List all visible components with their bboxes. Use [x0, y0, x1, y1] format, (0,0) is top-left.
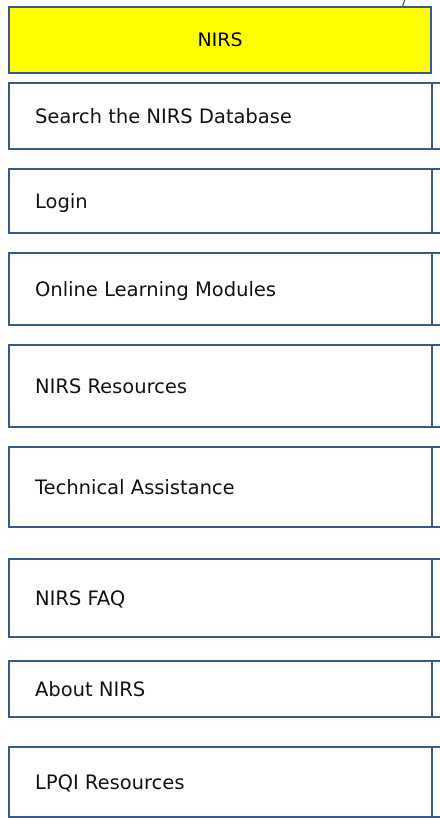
menu-item-about-nirs[interactable]: About NIRS [8, 660, 440, 718]
menu-item-label: Search the NIRS Database [35, 104, 292, 128]
menu-item-label: Login [35, 189, 88, 213]
menu-item-login[interactable]: Login [8, 168, 440, 234]
menu-item-label: Technical Assistance [35, 475, 235, 499]
menu-item-technical-assistance[interactable]: Technical Assistance [8, 446, 440, 528]
menu-item-label: NIRS Resources [35, 374, 188, 398]
menu-item-nirs-resources[interactable]: NIRS Resources [8, 344, 440, 428]
menu-item-nirs-faq[interactable]: NIRS FAQ [8, 558, 440, 638]
menu-item-online-learning-modules[interactable]: Online Learning Modules [8, 252, 440, 326]
menu-item-label: NIRS FAQ [35, 586, 126, 610]
menu-item-label: Online Learning Modules [35, 277, 277, 301]
menu-item-lpqi-resources[interactable]: LPQI Resources [8, 746, 440, 818]
menu-item-label: About NIRS [35, 677, 146, 701]
menu-item-label: LPQI Resources [35, 770, 185, 794]
page-title: NIRS [8, 6, 432, 74]
page-title-text: NIRS [197, 29, 243, 51]
menu-item-search-database[interactable]: Search the NIRS Database [8, 82, 440, 150]
